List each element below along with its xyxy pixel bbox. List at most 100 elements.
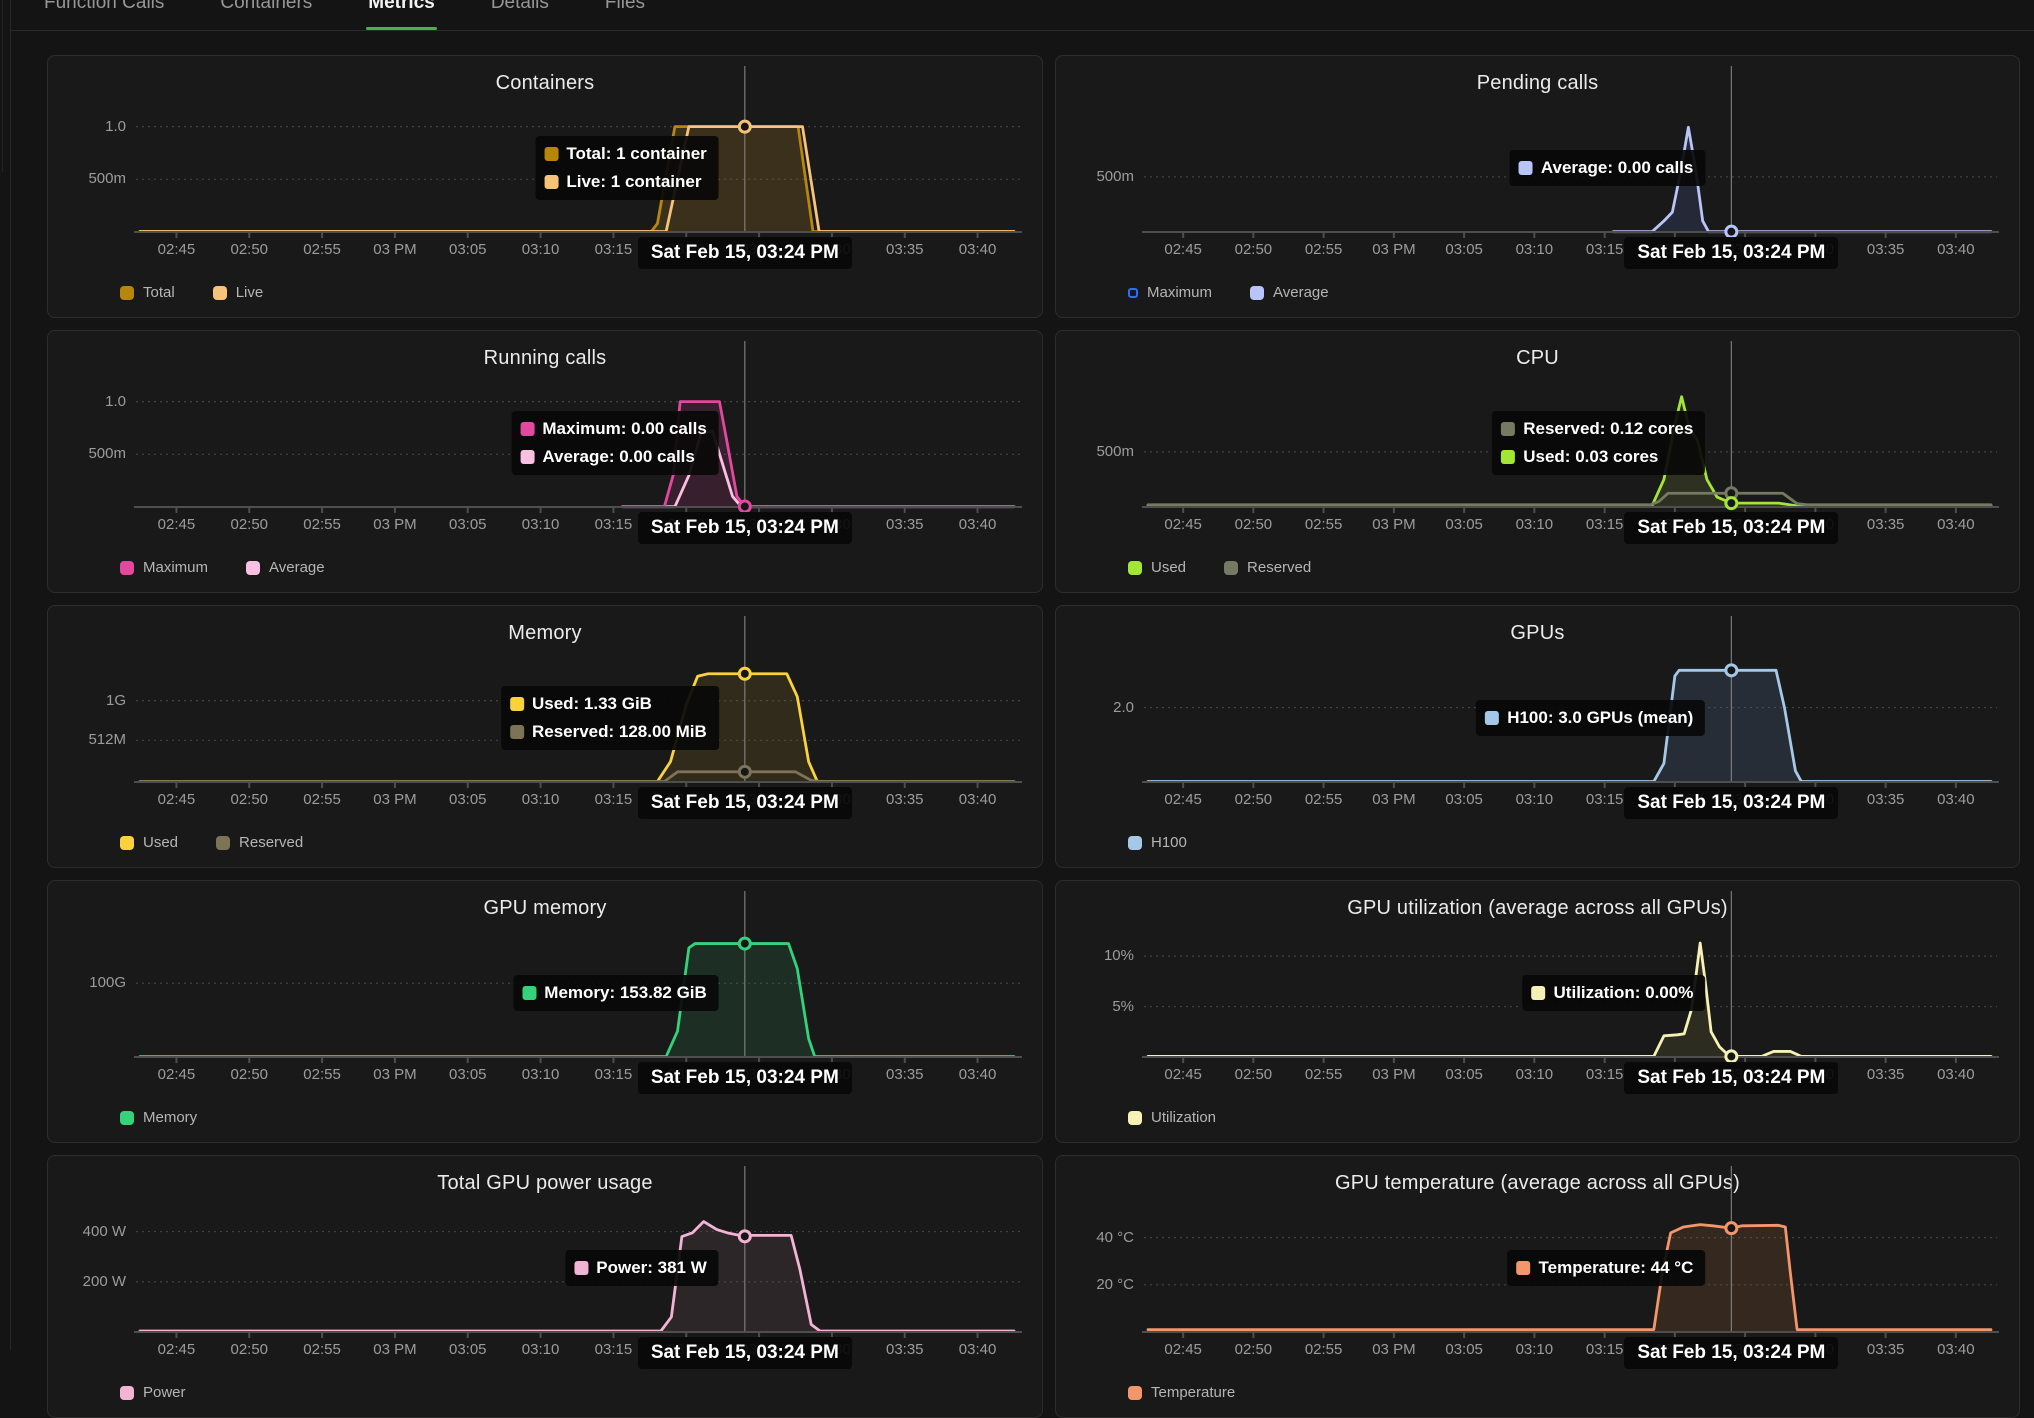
- y-axis-label: 500m: [48, 445, 126, 462]
- series-tooltip: Memory: 153.82 GiB: [513, 975, 719, 1011]
- tab-bar: Function Calls Containers Metrics Detail…: [0, 0, 2034, 30]
- x-axis-label: 03:15: [595, 1066, 633, 1083]
- legend-item-live[interactable]: Live: [213, 284, 264, 301]
- legend-item-reserved[interactable]: Reserved: [1224, 559, 1311, 576]
- y-axis-label: 10%: [1056, 947, 1134, 964]
- legend-item-maximum[interactable]: Maximum: [1128, 284, 1212, 301]
- legend-item-temperature[interactable]: Temperature: [1128, 1384, 1235, 1401]
- x-axis-label: 02:50: [1235, 1066, 1273, 1083]
- x-axis-label: 02:55: [1305, 1066, 1343, 1083]
- tooltip-text: Average: 0.00 calls: [1541, 158, 1693, 178]
- x-axis-label: 03:40: [1937, 241, 1975, 258]
- x-axis-label: 03 PM: [1372, 1066, 1415, 1083]
- chart-plot-area[interactable]: [48, 881, 1042, 1065]
- legend-item-used[interactable]: Used: [120, 834, 178, 851]
- chart-card-gpus: GPUs2.002:4502:5002:5503 PM03:0503:1003:…: [1055, 605, 2020, 868]
- tab-metrics[interactable]: Metrics: [368, 0, 435, 30]
- tooltip-text: Temperature: 44 °C: [1539, 1258, 1694, 1278]
- legend-swatch: [216, 836, 230, 850]
- series-tooltip: H100: 3.0 GPUs (mean): [1476, 700, 1705, 736]
- x-axis-label: 03:05: [449, 1066, 487, 1083]
- tab-function-calls[interactable]: Function Calls: [44, 0, 164, 30]
- crosshair-marker: [1726, 1051, 1737, 1062]
- chart-legend: Memory: [120, 1109, 197, 1126]
- legend-label: Live: [236, 284, 264, 301]
- series-tooltip: Temperature: 44 °C: [1508, 1250, 1706, 1286]
- x-axis-label: 02:55: [303, 791, 341, 808]
- chart-plot-area[interactable]: [1056, 606, 2019, 790]
- crosshair-marker: [739, 938, 750, 949]
- legend-item-total[interactable]: Total: [120, 284, 175, 301]
- x-axis-label: 02:45: [158, 241, 196, 258]
- series-tooltip: Utilization: 0.00%: [1523, 975, 1706, 1011]
- crosshair-date-tooltip: Sat Feb 15, 03:24 PM: [1624, 512, 1838, 544]
- legend-label: Reserved: [1247, 559, 1311, 576]
- tooltip-text: Maximum: 0.00 calls: [542, 419, 706, 439]
- chart-plot-area[interactable]: [48, 1156, 1042, 1340]
- legend-item-average[interactable]: Average: [1250, 284, 1329, 301]
- legend-item-utilization[interactable]: Utilization: [1128, 1109, 1216, 1126]
- legend-item-memory[interactable]: Memory: [120, 1109, 197, 1126]
- tab-files[interactable]: Files: [605, 0, 645, 30]
- legend-item-used[interactable]: Used: [1128, 559, 1186, 576]
- x-axis-label: 03:15: [1586, 516, 1624, 533]
- chart-plot-area[interactable]: [1056, 881, 2019, 1065]
- x-axis-label: 02:55: [1305, 241, 1343, 258]
- tooltip-series-chip: [544, 175, 558, 189]
- tab-containers[interactable]: Containers: [220, 0, 312, 30]
- tab-label: Details: [491, 0, 549, 13]
- x-axis-label: 03:15: [595, 516, 633, 533]
- x-axis-label: 03:05: [1445, 241, 1483, 258]
- legend-label: Maximum: [143, 559, 208, 576]
- tab-details[interactable]: Details: [491, 0, 549, 30]
- series-tooltip: Average: 0.00 calls: [1510, 150, 1705, 186]
- crosshair-marker: [1726, 226, 1737, 237]
- legend-label: Power: [143, 1384, 186, 1401]
- y-axis-label: 100G: [48, 974, 126, 991]
- x-axis-label: 02:55: [303, 1066, 341, 1083]
- chart-legend: Temperature: [1128, 1384, 1235, 1401]
- tooltip-series-chip: [1517, 1261, 1531, 1275]
- chart-legend: Maximum Average: [120, 559, 325, 576]
- legend-item-power[interactable]: Power: [120, 1384, 186, 1401]
- tooltip-row: Reserved: 128.00 MiB: [510, 722, 707, 742]
- series-tooltip: Power: 381 W: [565, 1250, 719, 1286]
- tab-label: Containers: [220, 0, 312, 13]
- legend-swatch: [1128, 288, 1138, 298]
- x-axis-label: 02:45: [158, 791, 196, 808]
- series-tooltip: Maximum: 0.00 callsAverage: 0.00 calls: [511, 411, 718, 475]
- crosshair-marker: [1726, 1223, 1737, 1234]
- legend-item-reserved[interactable]: Reserved: [216, 834, 303, 851]
- y-axis-label: 1.0: [48, 118, 126, 135]
- crosshair-date-tooltip: Sat Feb 15, 03:24 PM: [1624, 787, 1838, 819]
- series-line-reserved: [140, 772, 1014, 782]
- x-axis-label: 02:45: [1164, 1066, 1202, 1083]
- legend-swatch: [213, 286, 227, 300]
- tooltip-series-chip: [1532, 986, 1546, 1000]
- tooltip-text: Utilization: 0.00%: [1554, 983, 1694, 1003]
- x-axis-label: 03:15: [1586, 791, 1624, 808]
- x-axis-label: 03:35: [886, 1066, 924, 1083]
- x-axis-label: 03:15: [595, 241, 633, 258]
- crosshair-date-tooltip: Sat Feb 15, 03:24 PM: [1624, 1337, 1838, 1369]
- x-axis-label: 03:35: [886, 241, 924, 258]
- tooltip-text: Memory: 153.82 GiB: [544, 983, 707, 1003]
- chart-plot-area[interactable]: [1056, 56, 2019, 240]
- legend-item-h100[interactable]: H100: [1128, 834, 1187, 851]
- chart-legend: Power: [120, 1384, 186, 1401]
- tooltip-text: Live: 1 container: [566, 172, 701, 192]
- chart-plot-area[interactable]: [1056, 1156, 2019, 1340]
- chart-card-gpu_memory: GPU memory100G02:4502:5002:5503 PM03:050…: [47, 880, 1043, 1143]
- crosshair-date-tooltip: Sat Feb 15, 03:24 PM: [1624, 237, 1838, 269]
- x-axis-label: 03:15: [1586, 1066, 1624, 1083]
- y-axis-label: 500m: [1056, 443, 1134, 460]
- tooltip-series-chip: [1519, 161, 1533, 175]
- legend-item-maximum[interactable]: Maximum: [120, 559, 208, 576]
- x-axis-label: 03:05: [449, 791, 487, 808]
- legend-swatch: [1250, 286, 1264, 300]
- y-axis-label: 5%: [1056, 998, 1134, 1015]
- legend-item-average[interactable]: Average: [246, 559, 325, 576]
- tooltip-text: Used: 1.33 GiB: [532, 694, 652, 714]
- x-axis-label: 02:50: [230, 1066, 268, 1083]
- panel-divider: [10, 0, 11, 1350]
